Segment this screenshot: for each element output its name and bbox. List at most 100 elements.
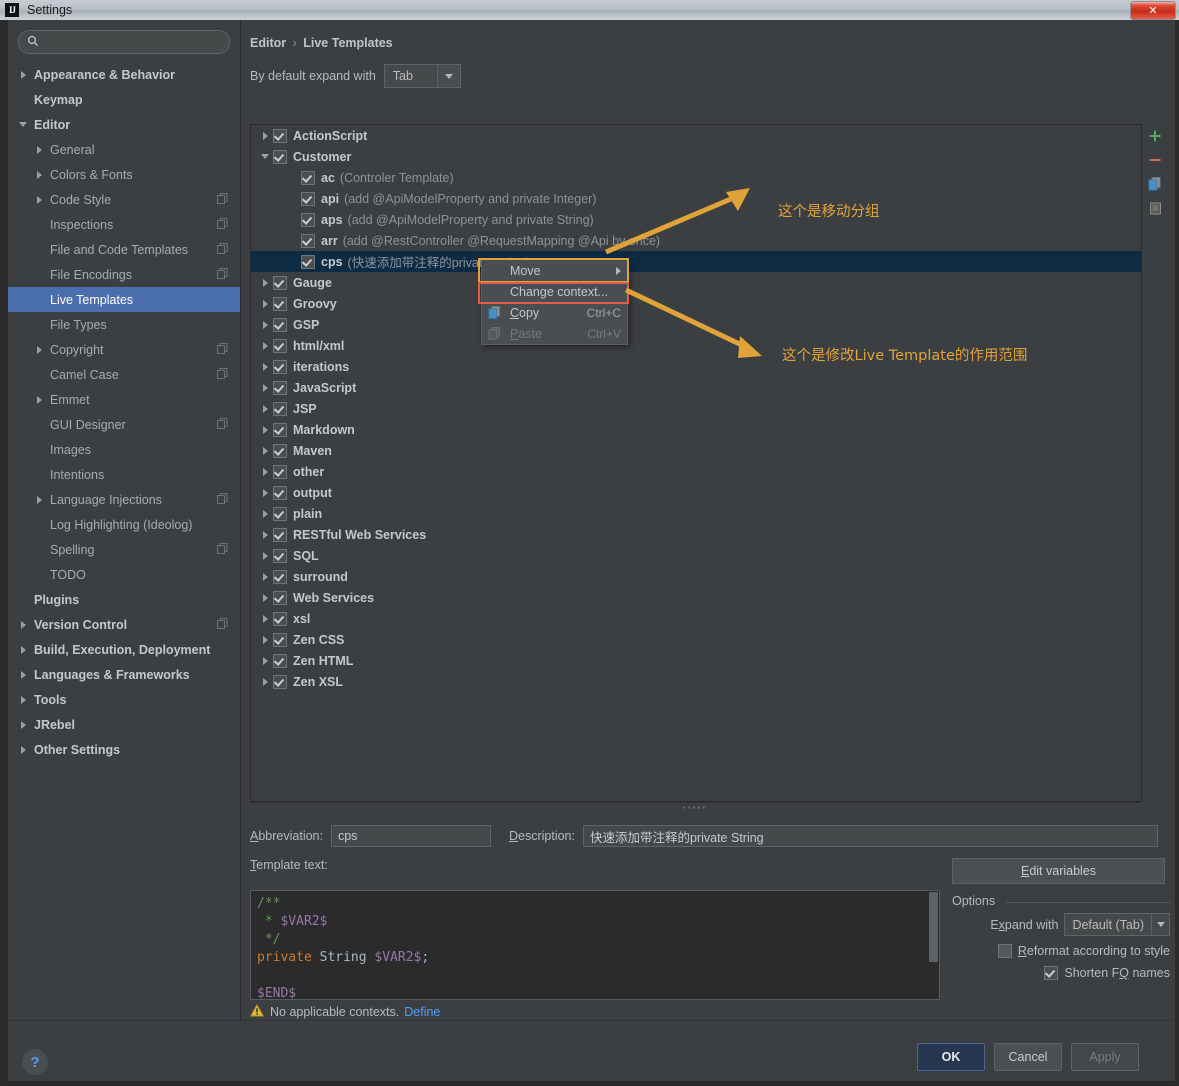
panel-splitter[interactable]: ▪▪▪▪▪ [250,802,1140,813]
template-checkbox[interactable] [273,275,287,290]
template-tree-row[interactable]: Customer [251,146,1141,167]
template-checkbox[interactable] [301,212,315,227]
chevron-right-icon[interactable] [16,695,30,704]
template-checkbox[interactable] [273,674,287,689]
template-checkbox[interactable] [301,170,315,185]
chevron-right-icon[interactable] [257,383,273,392]
template-checkbox[interactable] [273,296,287,311]
chevron-right-icon[interactable] [257,278,273,287]
template-tree-row[interactable]: cps (快速添加带注释的private String) [251,251,1141,272]
sidebar-item-editor[interactable]: Editor [8,112,240,137]
chevron-right-icon[interactable] [257,467,273,476]
define-context-link[interactable]: Define [404,1005,440,1019]
add-template-button[interactable] [1141,124,1169,148]
template-checkbox[interactable] [273,359,287,374]
copy-template-button[interactable] [1141,172,1169,196]
template-tree-row[interactable]: xsl [251,608,1141,629]
sidebar-item-languages-frameworks[interactable]: Languages & Frameworks [8,662,240,687]
menu-item-copy[interactable]: Copy Ctrl+C [482,302,627,323]
sidebar-item-spelling[interactable]: Spelling [8,537,240,562]
template-checkbox[interactable] [273,401,287,416]
template-checkbox[interactable] [273,338,287,353]
template-tree-row[interactable]: Web Services [251,587,1141,608]
template-checkbox[interactable] [273,611,287,626]
sidebar-item-emmet[interactable]: Emmet [8,387,240,412]
template-text-scrollbar[interactable] [929,892,938,962]
template-tree-row[interactable]: Zen XSL [251,671,1141,692]
template-tree-row[interactable]: output [251,482,1141,503]
sidebar-item-code-style[interactable]: Code Style [8,187,240,212]
shorten-option-row[interactable]: Shorten FQ names [952,966,1170,980]
chevron-right-icon[interactable] [257,635,273,644]
shorten-checkbox[interactable] [1044,966,1059,980]
chevron-down-icon[interactable] [16,122,30,127]
template-tree-row[interactable]: RESTful Web Services [251,524,1141,545]
template-checkbox[interactable] [273,590,287,605]
template-tree-row[interactable]: Zen CSS [251,629,1141,650]
sidebar-item-colors-fonts[interactable]: Colors & Fonts [8,162,240,187]
template-checkbox[interactable] [273,485,287,500]
chevron-right-icon[interactable] [32,170,46,179]
sidebar-item-log-highlighting-ideolog[interactable]: Log Highlighting (Ideolog) [8,512,240,537]
template-tree-row[interactable]: ac (Controler Template) [251,167,1141,188]
chevron-right-icon[interactable] [257,404,273,413]
template-checkbox[interactable] [273,569,287,584]
reformat-option-row[interactable]: Reformat according to style [952,944,1170,958]
sidebar-item-build-execution-deployment[interactable]: Build, Execution, Deployment [8,637,240,662]
chevron-right-icon[interactable] [16,645,30,654]
template-tree-row[interactable]: Markdown [251,419,1141,440]
template-checkbox[interactable] [301,233,315,248]
chevron-right-icon[interactable] [257,530,273,539]
sidebar-item-plugins[interactable]: Plugins [8,587,240,612]
chevron-right-icon[interactable] [32,195,46,204]
abbreviation-input[interactable] [330,825,491,847]
template-text-editor[interactable]: /** * $VAR2$ */ private String $VAR2$; $… [250,890,940,1000]
sidebar-item-other-settings[interactable]: Other Settings [8,737,240,762]
chevron-right-icon[interactable] [257,593,273,602]
chevron-right-icon[interactable] [16,670,30,679]
chevron-right-icon[interactable] [257,362,273,371]
chevron-right-icon[interactable] [16,720,30,729]
template-tree-row[interactable]: api (add @ApiModelProperty and private In… [251,188,1141,209]
live-templates-tree[interactable]: ActionScript Customer ac (Controler Templat… [250,124,1142,802]
sidebar-item-todo[interactable]: TODO [8,562,240,587]
sidebar-item-images[interactable]: Images [8,437,240,462]
template-checkbox[interactable] [273,149,287,164]
menu-item-paste[interactable]: Paste Ctrl+V [482,323,627,344]
menu-item-move[interactable]: Move [482,260,627,281]
template-checkbox[interactable] [301,254,315,269]
chevron-right-icon[interactable] [257,425,273,434]
chevron-right-icon[interactable] [32,345,46,354]
apply-button[interactable]: Apply [1071,1043,1139,1071]
template-tree-row[interactable]: GSP [251,314,1141,335]
template-tree-row[interactable]: Maven [251,440,1141,461]
sidebar-item-keymap[interactable]: Keymap [8,87,240,112]
duplicate-template-button[interactable] [1141,196,1169,220]
template-tree-row[interactable]: JSP [251,398,1141,419]
chevron-right-icon[interactable] [257,572,273,581]
template-tree-row[interactable]: plain [251,503,1141,524]
search-box[interactable] [18,30,230,54]
ok-button[interactable]: OK [917,1043,985,1071]
sidebar-item-gui-designer[interactable]: GUI Designer [8,412,240,437]
template-tree-row[interactable]: JavaScript [251,377,1141,398]
template-tree-row[interactable]: ActionScript [251,125,1141,146]
template-tree-row[interactable]: arr (add @RestController @RequestMapping … [251,230,1141,251]
template-tree-row[interactable]: Zen HTML [251,650,1141,671]
chevron-right-icon[interactable] [257,488,273,497]
chevron-right-icon[interactable] [16,745,30,754]
edit-variables-button[interactable]: Edit variables [952,858,1165,884]
sidebar-item-file-types[interactable]: File Types [8,312,240,337]
template-checkbox[interactable] [273,548,287,563]
remove-template-button[interactable] [1141,148,1169,172]
template-checkbox[interactable] [273,128,287,143]
chevron-right-icon[interactable] [257,320,273,329]
chevron-right-icon[interactable] [257,551,273,560]
template-tree-row[interactable]: surround [251,566,1141,587]
chevron-right-icon[interactable] [16,620,30,629]
chevron-right-icon[interactable] [257,446,273,455]
help-icon[interactable]: ? [22,1049,48,1075]
chevron-right-icon[interactable] [257,677,273,686]
sidebar-item-copyright[interactable]: Copyright [8,337,240,362]
chevron-down-icon[interactable] [1151,914,1169,935]
